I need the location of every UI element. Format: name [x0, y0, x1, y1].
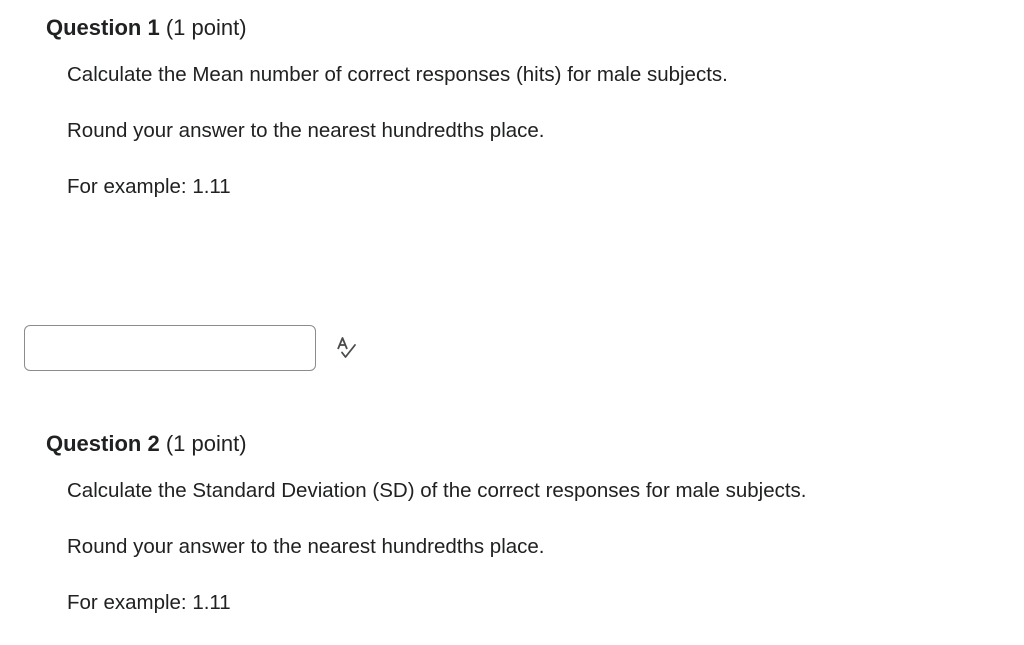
- question-prompt: Calculate the Standard Deviation (SD) of…: [67, 479, 807, 502]
- question-points: (1 point): [165, 431, 247, 456]
- question-example: For example: 1.11: [67, 175, 231, 198]
- answer-row: [24, 325, 358, 371]
- question-2: Question 2 (1 point) Calculate the Stand…: [46, 429, 1006, 617]
- answer-input[interactable]: [24, 325, 316, 371]
- question-title: Question 1: [46, 15, 160, 40]
- question-prompt: Calculate the Mean number of correct res…: [67, 63, 728, 86]
- question-title: Question 2: [46, 431, 160, 456]
- question-header: Question 2 (1 point): [46, 429, 1006, 459]
- question-1: Question 1 (1 point) Calculate the Mean …: [46, 13, 1006, 201]
- question-body: Calculate the Mean number of correct res…: [67, 61, 1006, 201]
- quiz-page: Question 1 (1 point) Calculate the Mean …: [0, 0, 1024, 645]
- question-instruction: Round your answer to the nearest hundred…: [67, 119, 545, 142]
- question-instruction: Round your answer to the nearest hundred…: [67, 535, 545, 558]
- spellcheck-icon-graphic: [337, 337, 356, 358]
- question-example: For example: 1.11: [67, 591, 231, 614]
- spellcheck-icon[interactable]: [334, 336, 358, 360]
- question-header: Question 1 (1 point): [46, 13, 1006, 43]
- question-points: (1 point): [165, 15, 247, 40]
- question-body: Calculate the Standard Deviation (SD) of…: [67, 477, 1006, 617]
